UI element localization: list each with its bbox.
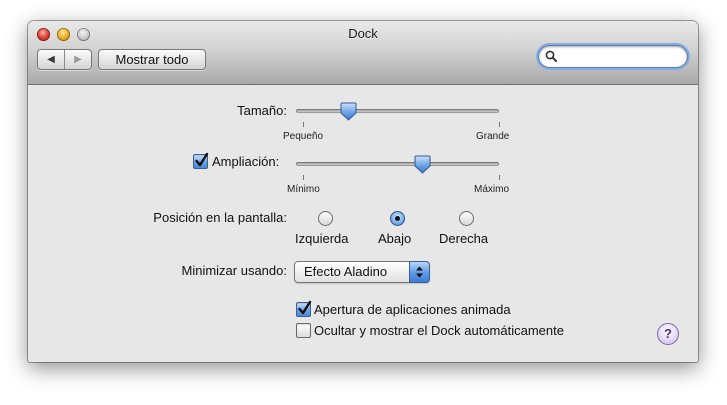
size-max-label: Grande	[476, 131, 510, 142]
slider-thumb[interactable]	[414, 155, 431, 174]
minimize-effect-value: Efecto Aladino	[304, 264, 388, 279]
dock-preferences-window: Dock ◀ ▶ Mostrar todo Tamaño: Pequeño Gr…	[28, 21, 698, 362]
position-bottom-radio[interactable]	[390, 211, 405, 226]
position-right-radio[interactable]	[459, 211, 474, 226]
search-input[interactable]	[561, 48, 683, 66]
animate-launch-checkbox[interactable]	[296, 300, 312, 317]
slider-track	[296, 162, 499, 166]
position-label: Posición en la pantalla:	[153, 210, 287, 225]
size-slider[interactable]	[296, 102, 499, 121]
position-right-label: Derecha	[439, 231, 489, 246]
magnification-min-label: Mínimo	[287, 184, 320, 195]
forward-button[interactable]: ▶	[64, 50, 91, 69]
slider-track	[296, 109, 499, 113]
size-max-tick	[499, 122, 500, 127]
nav-buttons: ◀ ▶	[37, 49, 92, 70]
position-left-label: Izquierda	[295, 231, 349, 246]
magnification-slider[interactable]	[296, 155, 499, 174]
magnification-min-tick	[303, 175, 304, 180]
popup-arrows-icon	[409, 261, 430, 283]
position-left-radio[interactable]	[318, 211, 333, 226]
checkmark-icon	[298, 300, 312, 315]
magnification-checkbox[interactable]	[193, 152, 209, 169]
search-field[interactable]	[538, 45, 688, 68]
back-button[interactable]: ◀	[38, 50, 64, 69]
animate-launch-label: Apertura de aplicaciones animada	[314, 302, 511, 317]
magnification-max-tick	[499, 175, 500, 180]
minimize-effect-popup[interactable]: Efecto Aladino	[294, 261, 430, 283]
size-min-label: Pequeño	[283, 131, 324, 142]
window-title: Dock	[348, 26, 378, 41]
minimize-label: Minimizar usando:	[181, 263, 288, 278]
size-min-tick	[303, 122, 304, 127]
magnification-max-label: Máximo	[474, 184, 510, 195]
magnification-label: Ampliación:	[212, 154, 280, 169]
checkmark-icon	[195, 152, 209, 167]
position-bottom-label: Abajo	[378, 231, 412, 246]
help-icon[interactable]: ?	[657, 323, 679, 345]
show-all-button[interactable]: Mostrar todo	[98, 49, 206, 70]
autohide-label: Ocultar y mostrar el Dock automáticament…	[314, 323, 564, 338]
toolbar: Dock ◀ ▶ Mostrar todo	[28, 21, 698, 85]
slider-thumb[interactable]	[340, 102, 357, 121]
search-icon	[545, 50, 557, 62]
autohide-checkbox[interactable]	[296, 323, 311, 338]
size-label: Tamaño:	[237, 103, 287, 118]
